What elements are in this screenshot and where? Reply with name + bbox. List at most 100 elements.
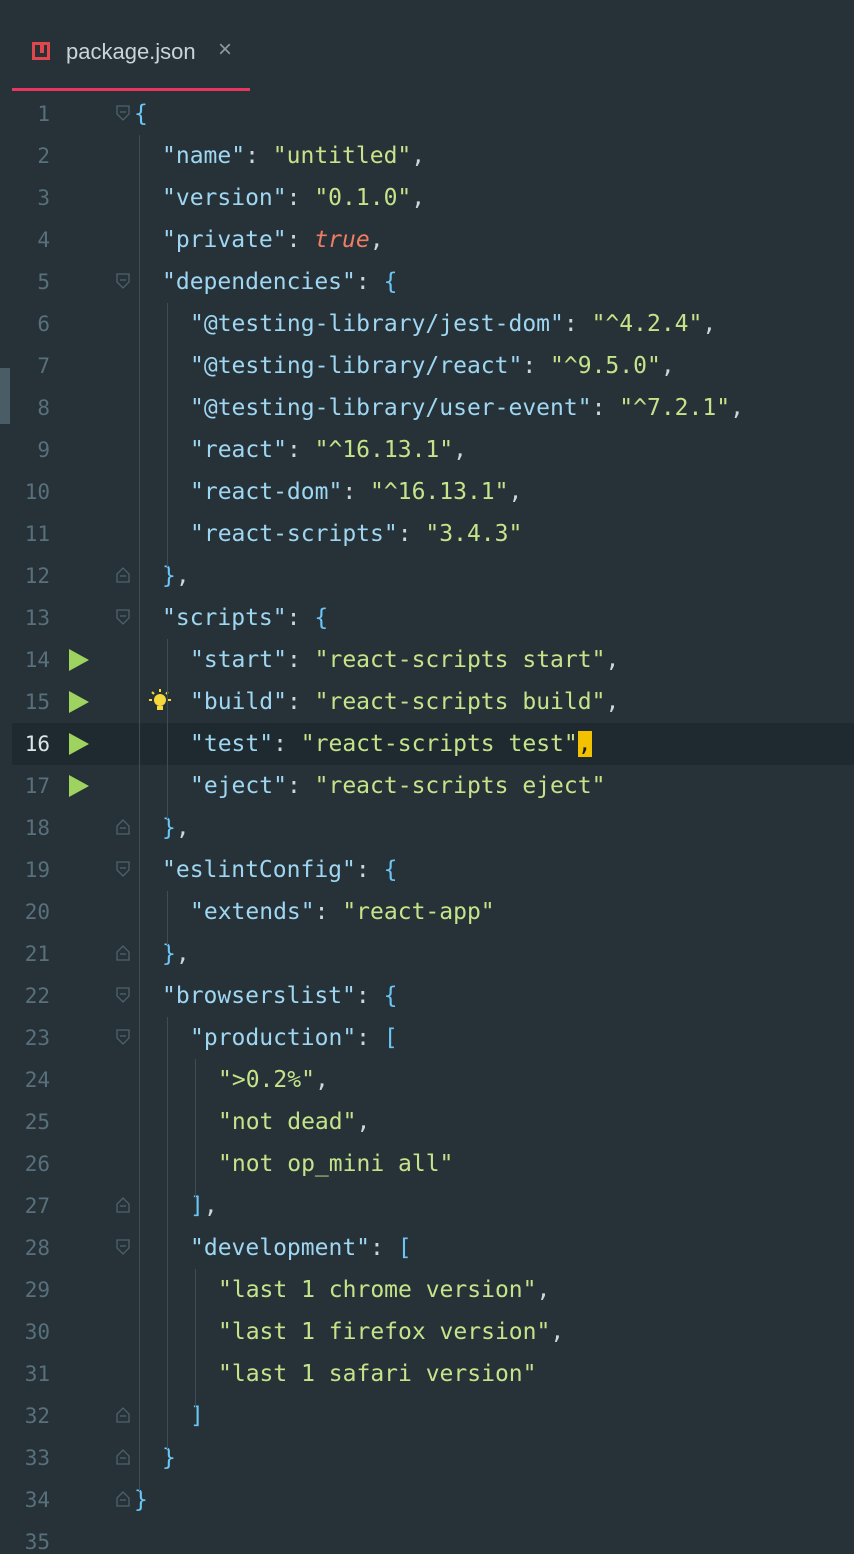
- fold-open-icon[interactable]: [116, 273, 130, 289]
- line-number[interactable]: 11: [12, 513, 50, 555]
- fold-open-icon[interactable]: [116, 1239, 130, 1255]
- run-script-icon[interactable]: [69, 775, 89, 797]
- code-editor[interactable]: 1{2 "name": "untitled", 3 "version": "0.1.0…: [0, 93, 854, 1554]
- tab-package-json[interactable]: package.json ×: [12, 22, 250, 91]
- fold-open-icon[interactable]: [116, 1029, 130, 1045]
- line-number[interactable]: 35: [12, 1521, 50, 1554]
- run-script-icon[interactable]: [69, 691, 89, 713]
- line-number[interactable]: 25: [12, 1101, 50, 1143]
- code-token: :: [286, 227, 315, 253]
- line-number[interactable]: 27: [12, 1185, 50, 1227]
- line-number[interactable]: 32: [12, 1395, 50, 1437]
- run-script-icon[interactable]: [69, 649, 89, 671]
- fold-open-icon[interactable]: [116, 987, 130, 1003]
- code-token: :: [563, 311, 592, 337]
- line-number[interactable]: 28: [12, 1227, 50, 1269]
- line-number[interactable]: 18: [12, 807, 50, 849]
- code-token: "browserslist": [162, 983, 356, 1009]
- line-number[interactable]: 31: [12, 1353, 50, 1395]
- code-text: "scripts": {: [162, 597, 328, 639]
- code-token: :: [273, 731, 301, 757]
- line-number[interactable]: 7: [12, 345, 50, 387]
- line-number[interactable]: 20: [12, 891, 50, 933]
- close-icon[interactable]: ×: [218, 36, 232, 64]
- code-token: }: [134, 1487, 148, 1513]
- line-number[interactable]: 4: [12, 219, 50, 261]
- line-number[interactable]: 14: [12, 639, 50, 681]
- code-text: "not dead",: [218, 1101, 370, 1143]
- line-number[interactable]: 24: [12, 1059, 50, 1101]
- fold-close-icon[interactable]: [116, 1197, 130, 1213]
- indent-guide: [167, 891, 168, 945]
- line-number[interactable]: 30: [12, 1311, 50, 1353]
- line-number[interactable]: 6: [12, 303, 50, 345]
- line-number[interactable]: 34: [12, 1479, 50, 1521]
- code-text: "private": true,: [162, 219, 384, 261]
- code-text: "react": "^16.13.1",: [190, 429, 467, 471]
- code-text: "development": [: [190, 1227, 412, 1269]
- code-token: "last 1 chrome version": [218, 1277, 537, 1303]
- line-number[interactable]: 1: [12, 93, 50, 135]
- line-number[interactable]: 19: [12, 849, 50, 891]
- line-number[interactable]: 33: [12, 1437, 50, 1479]
- code-text: ">0.2%",: [218, 1059, 329, 1101]
- fold-close-icon[interactable]: [116, 945, 130, 961]
- line-number[interactable]: 23: [12, 1017, 50, 1059]
- code-line[interactable]: 1{: [12, 93, 854, 135]
- code-token: "not op_mini all": [218, 1151, 454, 1177]
- line-number[interactable]: 22: [12, 975, 50, 1017]
- fold-close-icon[interactable]: [116, 819, 130, 835]
- line-number[interactable]: 16: [12, 723, 50, 765]
- code-token: "version": [162, 185, 287, 211]
- code-token: :: [355, 857, 384, 883]
- code-token: "eslintConfig": [162, 857, 356, 883]
- code-text: "last 1 chrome version",: [218, 1269, 550, 1311]
- code-text: "production": [: [190, 1017, 398, 1059]
- line-number[interactable]: 15: [12, 681, 50, 723]
- code-token: "0.1.0": [314, 185, 412, 211]
- code-token: "name": [162, 143, 246, 169]
- code-text: "browserslist": {: [162, 975, 397, 1017]
- line-number[interactable]: 13: [12, 597, 50, 639]
- fold-open-icon[interactable]: [116, 609, 130, 625]
- indent-guide: [167, 639, 168, 819]
- code-text: {: [134, 93, 148, 135]
- line-number[interactable]: 8: [12, 387, 50, 429]
- code-token: :: [286, 689, 315, 715]
- line-number[interactable]: 26: [12, 1143, 50, 1185]
- code-token: ,: [730, 395, 744, 421]
- code-token: "@testing-library/react": [190, 353, 523, 379]
- code-token: "production": [190, 1025, 357, 1051]
- line-number[interactable]: 5: [12, 261, 50, 303]
- fold-close-icon[interactable]: [116, 567, 130, 583]
- line-number[interactable]: 29: [12, 1269, 50, 1311]
- code-token: :: [342, 479, 371, 505]
- fold-close-icon[interactable]: [116, 1449, 130, 1465]
- line-number[interactable]: 3: [12, 177, 50, 219]
- line-number[interactable]: 9: [12, 429, 50, 471]
- line-number[interactable]: 21: [12, 933, 50, 975]
- line-number[interactable]: 10: [12, 471, 50, 513]
- code-token: ,: [453, 437, 467, 463]
- code-token: "scripts": [162, 605, 287, 631]
- fold-close-icon[interactable]: [116, 1407, 130, 1423]
- line-number[interactable]: 17: [12, 765, 50, 807]
- code-token: ,: [369, 227, 384, 253]
- code-token: "^9.5.0": [550, 353, 661, 379]
- code-text: "version": "0.1.0",: [162, 177, 425, 219]
- code-token: "react-scripts": [190, 521, 398, 547]
- code-token: "last 1 safari version": [218, 1361, 537, 1387]
- line-number[interactable]: 12: [12, 555, 50, 597]
- fold-open-icon[interactable]: [116, 105, 130, 121]
- code-text: ]: [190, 1395, 204, 1437]
- code-token: ,: [508, 479, 523, 505]
- code-line[interactable]: 35: [12, 1521, 854, 1554]
- code-token: "@testing-library/jest-dom": [190, 311, 564, 337]
- fold-close-icon[interactable]: [116, 1491, 130, 1507]
- line-number[interactable]: 2: [12, 135, 50, 177]
- code-token: ,: [605, 689, 620, 715]
- run-script-icon[interactable]: [69, 733, 89, 755]
- fold-open-icon[interactable]: [116, 861, 130, 877]
- lightbulb-icon[interactable]: [148, 689, 172, 715]
- code-token: ,: [550, 1319, 565, 1345]
